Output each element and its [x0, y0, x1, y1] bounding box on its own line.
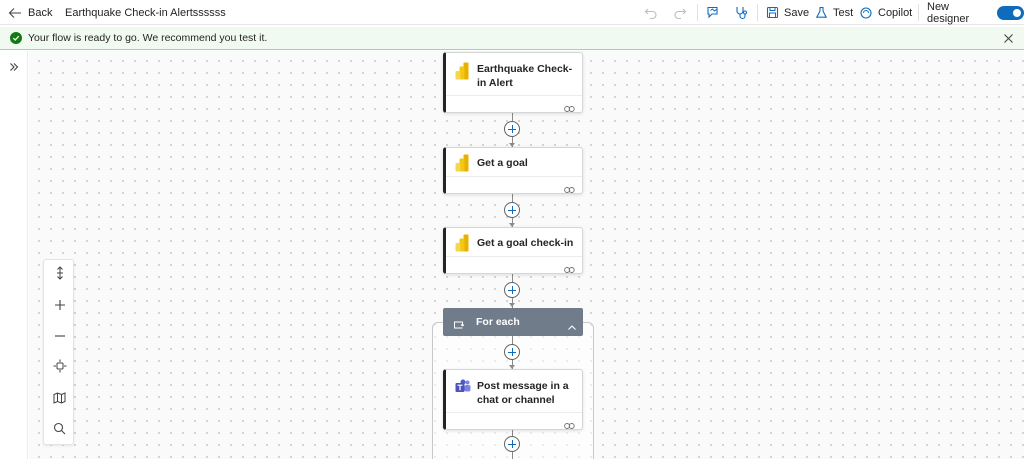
undo-icon: [644, 6, 658, 20]
search-button[interactable]: [44, 415, 75, 446]
fit-height-icon: [54, 266, 66, 285]
save-label: Save: [784, 6, 810, 19]
step-title: Earthquake Check-in Alert: [477, 63, 573, 89]
notification-bar: Your flow is ready to go. We recommend y…: [0, 27, 1024, 50]
power-bi-icon: [455, 234, 469, 257]
success-check-icon: [10, 32, 22, 44]
zoom-in-icon: [54, 298, 66, 316]
link-icon: [564, 100, 575, 118]
flow-step-card[interactable]: Earthquake Check-in Alert: [443, 52, 583, 113]
feedback-icon: [706, 5, 721, 20]
fit-height-button[interactable]: [44, 260, 75, 291]
new-designer-label: New designer: [927, 0, 970, 25]
save-button[interactable]: Save: [766, 0, 809, 25]
save-icon: [766, 6, 779, 19]
expand-chevron-icon[interactable]: [9, 59, 19, 77]
close-icon[interactable]: [1002, 32, 1015, 45]
flow-checker-button[interactable]: [734, 0, 749, 25]
step-title: Post message in a chat or channel: [477, 380, 569, 406]
back-button[interactable]: Back: [8, 0, 52, 25]
add-step-button[interactable]: [504, 436, 520, 452]
test-flask-icon: [815, 6, 828, 19]
test-label: Test: [833, 6, 854, 19]
teams-icon: [455, 379, 471, 399]
center-view-icon: [53, 359, 67, 378]
toolbar-divider: [757, 4, 758, 21]
redo-icon: [673, 6, 687, 20]
undo-button[interactable]: [644, 0, 658, 25]
search-icon: [53, 422, 66, 440]
flow-checker-icon: [734, 5, 749, 20]
feedback-button[interactable]: [706, 0, 721, 25]
add-step-button[interactable]: [504, 344, 520, 360]
center-view-button[interactable]: [44, 353, 75, 384]
link-icon: [564, 417, 575, 435]
copilot-button[interactable]: Copilot: [859, 0, 912, 25]
foreach-header[interactable]: For each: [443, 308, 583, 336]
power-bi-icon: [455, 154, 469, 177]
notification-text: Your flow is ready to go. We recommend y…: [28, 32, 268, 44]
toolbar-divider: [697, 4, 698, 21]
toggle-switch[interactable]: [997, 5, 1024, 20]
link-icon: [564, 261, 575, 279]
link-icon: [564, 181, 575, 199]
flow-title[interactable]: Earthquake Check-in Alertssssss: [65, 0, 226, 25]
flow-step-card[interactable]: Get a goal: [443, 147, 583, 194]
add-step-button[interactable]: [504, 121, 520, 137]
test-button[interactable]: Test: [815, 0, 853, 25]
minimap-button[interactable]: [44, 384, 75, 415]
back-label: Back: [28, 6, 53, 19]
new-designer-toggle[interactable]: New designer: [927, 0, 1024, 25]
step-title: Get a goal: [477, 157, 528, 169]
zoom-in-button[interactable]: [44, 291, 75, 322]
command-bar: Back Earthquake Check-in Alertssssss Sav…: [0, 0, 1024, 25]
chevron-up-icon[interactable]: [567, 318, 577, 336]
zoom-out-button[interactable]: [44, 322, 75, 353]
copilot-label: Copilot: [878, 6, 913, 19]
minimap-icon: [53, 391, 66, 409]
loop-icon: [453, 317, 465, 335]
redo-button[interactable]: [673, 0, 687, 25]
zoom-controls: [43, 259, 74, 445]
add-step-button[interactable]: [504, 202, 520, 218]
add-step-button[interactable]: [504, 282, 520, 298]
foreach-title: For each: [476, 316, 520, 328]
toolbar-divider: [918, 4, 919, 21]
flow-step-card[interactable]: Post message in a chat or channel: [443, 369, 583, 430]
copilot-icon: [859, 6, 873, 20]
zoom-out-icon: [54, 329, 66, 347]
flow-step-card[interactable]: Get a goal check-in: [443, 227, 583, 274]
step-title: Get a goal check-in: [477, 237, 574, 249]
left-rail: [0, 51, 28, 459]
power-bi-icon: [455, 62, 469, 85]
connector-arrow: [509, 303, 515, 307]
back-arrow-icon: [8, 7, 22, 19]
